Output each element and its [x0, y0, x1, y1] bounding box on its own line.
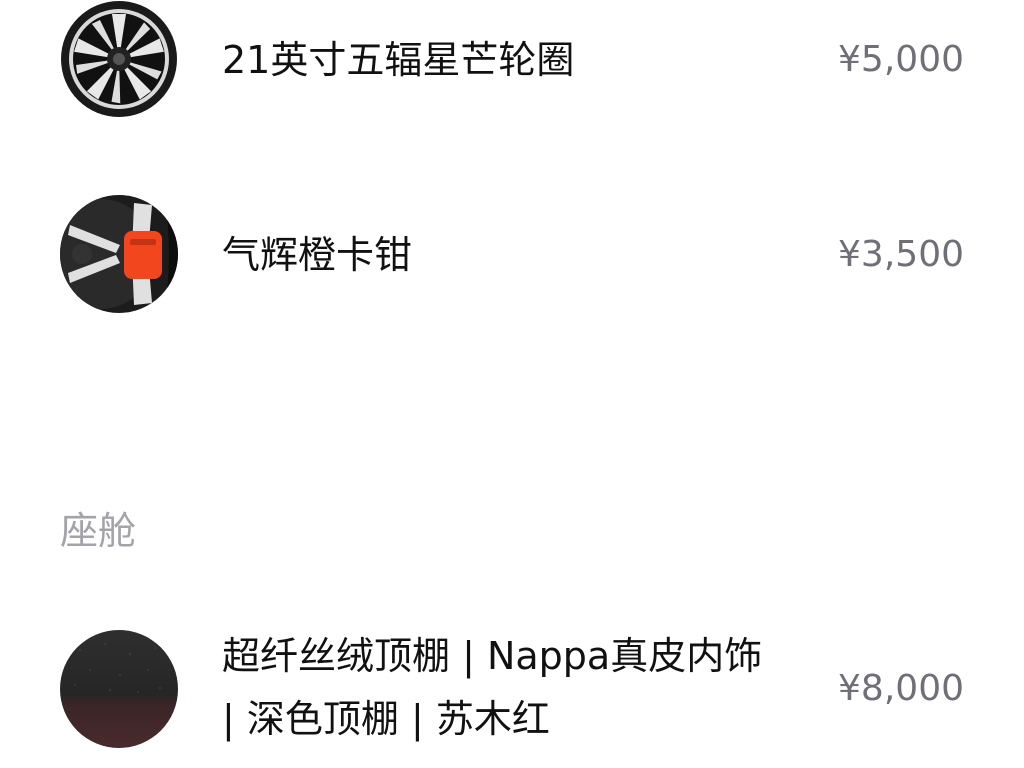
option-price: ¥5,000 [838, 39, 964, 80]
option-name: 气辉橙卡钳 [222, 233, 413, 277]
wheel-rim-icon [60, 0, 178, 118]
option-item-wheel[interactable]: 21英寸五辐星芒轮圈 ¥5,000 [0, 0, 1024, 120]
option-name: 21英寸五辐星芒轮圈 [222, 38, 575, 82]
option-list-page: 21英寸五辐星芒轮圈 ¥5,000 气辉橙卡钳 ¥3,500 座舱 超纤丝绒顶棚… [0, 0, 1024, 768]
section-title-cabin: 座舱 [60, 509, 137, 553]
option-item-cabin-interior[interactable]: 超纤丝绒顶棚 | Nappa真皮内饰 | 深色顶棚 | 苏木红 ¥8,000 [0, 620, 1024, 760]
interior-fabric-swatch-icon [60, 630, 178, 748]
option-price: ¥8,000 [838, 668, 964, 709]
orange-caliper-icon [60, 195, 178, 313]
option-name-line2: | 深色顶棚 | 苏木红 [222, 697, 550, 741]
option-price: ¥3,500 [838, 234, 964, 275]
option-item-caliper[interactable]: 气辉橙卡钳 ¥3,500 [0, 194, 1024, 314]
option-name-line1: 超纤丝绒顶棚 | Nappa真皮内饰 [222, 634, 763, 678]
